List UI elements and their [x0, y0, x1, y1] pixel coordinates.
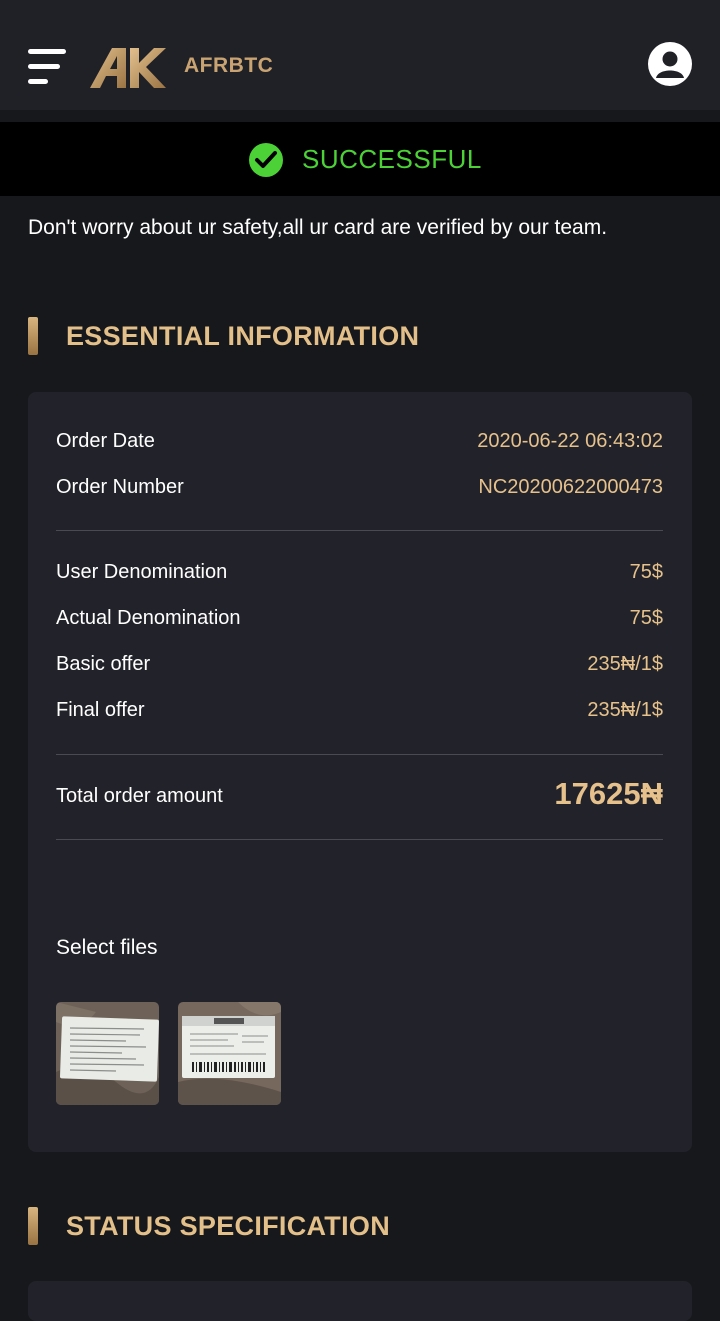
divider: [56, 530, 663, 531]
order-number-row: Order Number NC20200622000473: [56, 473, 663, 503]
uploaded-receipt-thumbnail[interactable]: [56, 1002, 159, 1105]
final-offer-label: Final offer: [56, 699, 145, 721]
final-offer-value: 235₦/1$: [587, 699, 663, 721]
section-title: STATUS SPECIFICATION: [66, 1211, 391, 1241]
user-profile-icon[interactable]: [648, 42, 692, 86]
basic-offer-row: Basic offer 235₦/1$: [56, 650, 663, 680]
user-denomination-value: 75$: [629, 561, 663, 583]
order-number-label: Order Number: [56, 476, 184, 498]
user-denomination-label: User Denomination: [56, 561, 228, 583]
brand-name: AFRBTC: [184, 54, 274, 77]
status-spec-card: [28, 1281, 692, 1321]
user-denomination-row: User Denomination 75$: [56, 558, 663, 588]
total-amount-value: 17625₦: [554, 776, 663, 811]
status-banner: SUCCESSFUL: [0, 122, 720, 196]
order-date-row: Order Date 2020-06-22 06:43:02: [56, 427, 663, 457]
divider: [56, 754, 663, 755]
app-header: AFRBTC: [0, 0, 720, 110]
divider: [56, 839, 663, 840]
safety-notice: Don't worry about ur safety,all ur card …: [28, 216, 608, 239]
brand-logo: [90, 48, 166, 88]
hamburger-menu-icon[interactable]: [28, 49, 66, 87]
section-title: ESSENTIAL INFORMATION: [66, 321, 420, 351]
check-circle-icon: [249, 143, 283, 177]
total-amount-label: Total order amount: [56, 785, 223, 807]
basic-offer-value: 235₦/1$: [587, 653, 663, 675]
select-files-label: Select files: [56, 936, 158, 959]
uploaded-card-thumbnail[interactable]: [178, 1002, 281, 1105]
order-info-card: Order Date 2020-06-22 06:43:02 Order Num…: [28, 392, 692, 1152]
actual-denomination-row: Actual Denomination 75$: [56, 604, 663, 634]
order-number-value: NC20200622000473: [478, 476, 663, 498]
actual-denomination-value: 75$: [629, 607, 663, 629]
order-date-value: 2020-06-22 06:43:02: [477, 430, 663, 452]
section-accent-bar: [28, 1207, 38, 1245]
final-offer-row: Final offer 235₦/1$: [56, 696, 663, 726]
basic-offer-label: Basic offer: [56, 653, 151, 675]
status-text: SUCCESSFUL: [302, 144, 482, 174]
order-date-label: Order Date: [56, 430, 155, 452]
actual-denomination-label: Actual Denomination: [56, 607, 241, 629]
section-accent-bar: [28, 317, 38, 355]
